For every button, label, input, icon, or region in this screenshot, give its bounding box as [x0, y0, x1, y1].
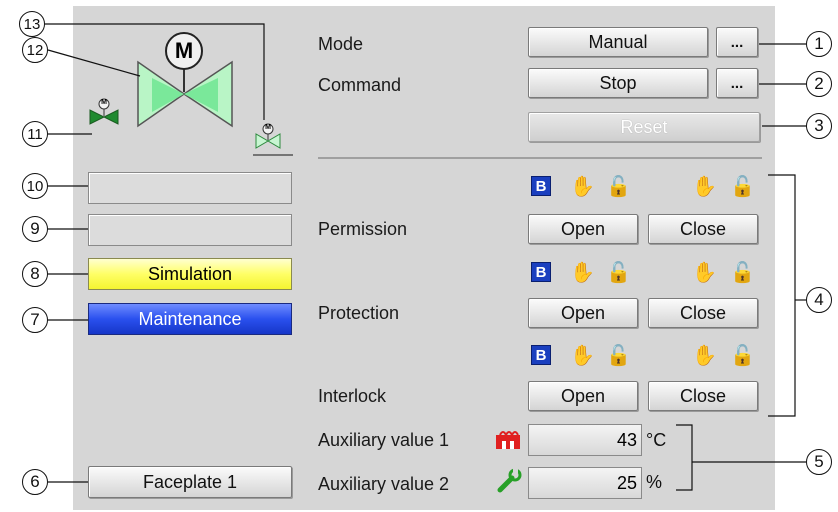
lock-icon: 🔓 [606, 176, 631, 198]
callout-5: 5 [806, 449, 832, 475]
aux2-unit: % [646, 472, 663, 492]
mode-value: Manual [588, 31, 648, 52]
permission-open-label: Open [560, 218, 606, 239]
callout-2: 2 [806, 71, 832, 97]
lock-icon: 🔓 [730, 262, 755, 284]
mode-button[interactable]: Manual [528, 27, 708, 57]
simulation-indicator: Simulation [88, 258, 292, 290]
permission-open-button[interactable]: Open [528, 214, 638, 244]
reset-label: Reset [620, 116, 668, 137]
interlock-open-button[interactable]: Open [528, 381, 638, 411]
faceplate-label: Faceplate 1 [142, 471, 238, 492]
bypass-label: B [535, 263, 547, 281]
aux1-value-field: 43 [528, 424, 642, 456]
hand-icon: ✋ [570, 262, 595, 284]
maintenance-label: Maintenance [138, 308, 242, 329]
motor-small-left-label: M [101, 99, 107, 106]
protection-open-button[interactable]: Open [528, 298, 638, 328]
wrench-icon [496, 468, 524, 494]
callout-1: 1 [806, 31, 832, 57]
command-more-label: ... [730, 74, 744, 92]
bypass-icon: B [531, 262, 551, 282]
command-label: Command [318, 75, 402, 95]
interlock-open-label: Open [560, 385, 606, 406]
protection-label: Protection [318, 303, 400, 323]
mode-more-button[interactable]: ... [716, 27, 758, 57]
hand-icon: ✋ [692, 345, 717, 367]
command-more-button[interactable]: ... [716, 68, 758, 98]
callout-4: 4 [806, 287, 832, 313]
interlock-label: Interlock [318, 386, 387, 406]
aux2-label: Auxiliary value 2 [318, 474, 450, 494]
callout-3: 3 [806, 113, 832, 139]
permission-close-button[interactable]: Close [648, 214, 758, 244]
bypass-label: B [535, 177, 547, 195]
aux1-unit: °C [646, 430, 667, 450]
command-value: Stop [599, 72, 637, 93]
protection-close-button[interactable]: Close [648, 298, 758, 328]
permission-close-label: Close [679, 218, 727, 239]
permission-label: Permission [318, 219, 408, 239]
status-field-10 [88, 172, 292, 204]
callout-13: 13 [19, 11, 45, 37]
aux2-value: 25 [616, 473, 637, 493]
callout-8: 8 [22, 261, 48, 287]
interlock-close-label: Close [679, 385, 727, 406]
mode-label: Mode [318, 34, 364, 54]
small-valve-right [255, 133, 269, 149]
protection-open-label: Open [560, 302, 606, 323]
aux1-value: 43 [616, 430, 637, 450]
callout-7: 7 [22, 307, 48, 333]
hand-icon: ✋ [692, 262, 717, 284]
bypass-label: B [535, 346, 547, 364]
heater-icon [494, 425, 522, 451]
motor-label: M [174, 38, 194, 63]
motor-icon: M [165, 32, 203, 70]
faceplate-button[interactable]: Faceplate 1 [88, 466, 292, 498]
simulation-label: Simulation [147, 263, 233, 284]
callout-10: 10 [22, 173, 48, 199]
lock-icon: 🔓 [730, 345, 755, 367]
motor-small-right-label: M [265, 124, 271, 131]
callout-12: 12 [22, 37, 48, 63]
lock-icon: 🔓 [606, 345, 631, 367]
aux2-value-field: 25 [528, 467, 642, 499]
aux1-label: Auxiliary value 1 [318, 430, 450, 450]
protection-close-label: Close [679, 302, 727, 323]
reset-button[interactable]: Reset [528, 112, 760, 142]
callout-9: 9 [22, 216, 48, 242]
command-button[interactable]: Stop [528, 68, 708, 98]
bypass-icon: B [531, 176, 551, 196]
hand-icon: ✋ [692, 176, 717, 198]
interlock-close-button[interactable]: Close [648, 381, 758, 411]
hand-icon: ✋ [570, 345, 595, 367]
hand-icon: ✋ [570, 176, 595, 198]
lock-icon: 🔓 [730, 176, 755, 198]
mode-more-label: ... [730, 33, 744, 51]
status-field-9 [88, 214, 292, 246]
callout-11: 11 [22, 121, 48, 147]
maintenance-indicator: Maintenance [88, 303, 292, 335]
bypass-icon: B [531, 345, 551, 365]
small-valve-left [89, 109, 106, 125]
lock-icon: 🔓 [606, 262, 631, 284]
callout-6: 6 [22, 469, 48, 495]
